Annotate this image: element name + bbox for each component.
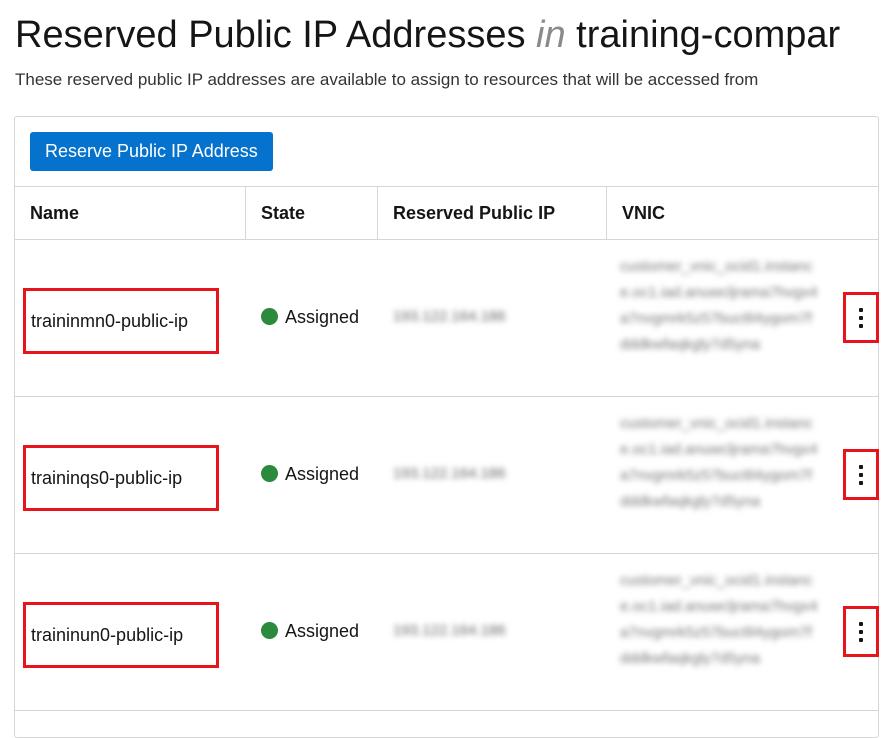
row-actions-button[interactable] xyxy=(843,449,879,500)
table-row: traininmn0-public-ip Assigned 193.122.16… xyxy=(15,240,879,397)
row-state-label: Assigned xyxy=(285,621,360,641)
row-state: Assigned xyxy=(261,306,359,328)
page-title: Reserved Public IP Addresses in training… xyxy=(15,12,885,58)
column-header-state[interactable]: State xyxy=(246,187,378,239)
page-title-text: Reserved Public IP Addresses xyxy=(15,14,526,56)
kebab-menu-icon xyxy=(859,621,863,642)
column-header-reserved-public-ip[interactable]: Reserved Public IP xyxy=(378,187,607,239)
row-name[interactable]: traininqs0-public-ip xyxy=(23,445,219,511)
row-state-label: Assigned xyxy=(285,464,360,484)
row-vnic[interactable]: customer_vnic_ocid1.instance.oc1.iad.anu… xyxy=(620,254,820,384)
row-name[interactable]: traininmn0-public-ip xyxy=(23,288,219,354)
row-reserved-ip: 193.122.164.186 xyxy=(393,622,506,639)
row-reserved-ip: 193.122.164.186 xyxy=(393,308,506,325)
table-header: Name State Reserved Public IP VNIC xyxy=(15,186,878,240)
compartment-name: training-compar xyxy=(576,14,841,56)
row-vnic[interactable]: customer_vnic_ocid1.instance.oc1.iad.anu… xyxy=(620,411,820,541)
row-state: Assigned xyxy=(261,463,359,485)
row-name[interactable]: traininun0-public-ip xyxy=(23,602,219,668)
reserved-ip-panel: Reserve Public IP Address Name State Res… xyxy=(14,116,879,738)
row-reserved-ip: 193.122.164.186 xyxy=(393,465,506,482)
row-actions-button[interactable] xyxy=(843,292,879,343)
kebab-menu-icon xyxy=(859,307,863,328)
reserved-ip-table: Name State Reserved Public IP VNIC train… xyxy=(15,186,879,711)
row-state: Assigned xyxy=(261,620,359,642)
status-dot-icon xyxy=(261,308,278,325)
column-header-name[interactable]: Name xyxy=(15,187,246,239)
status-dot-icon xyxy=(261,622,278,639)
page-title-in: in xyxy=(536,14,566,56)
row-actions-button[interactable] xyxy=(843,606,879,657)
row-vnic[interactable]: customer_vnic_ocid1.instance.oc1.iad.anu… xyxy=(620,568,820,698)
column-header-vnic[interactable]: VNIC xyxy=(607,187,878,239)
reserve-public-ip-button[interactable]: Reserve Public IP Address xyxy=(30,132,273,171)
table-row: traininqs0-public-ip Assigned 193.122.16… xyxy=(15,397,879,554)
row-state-label: Assigned xyxy=(285,307,360,327)
status-dot-icon xyxy=(261,465,278,482)
table-row: traininun0-public-ip Assigned 193.122.16… xyxy=(15,554,879,711)
page-description: These reserved public IP addresses are a… xyxy=(15,70,759,89)
kebab-menu-icon xyxy=(859,464,863,485)
